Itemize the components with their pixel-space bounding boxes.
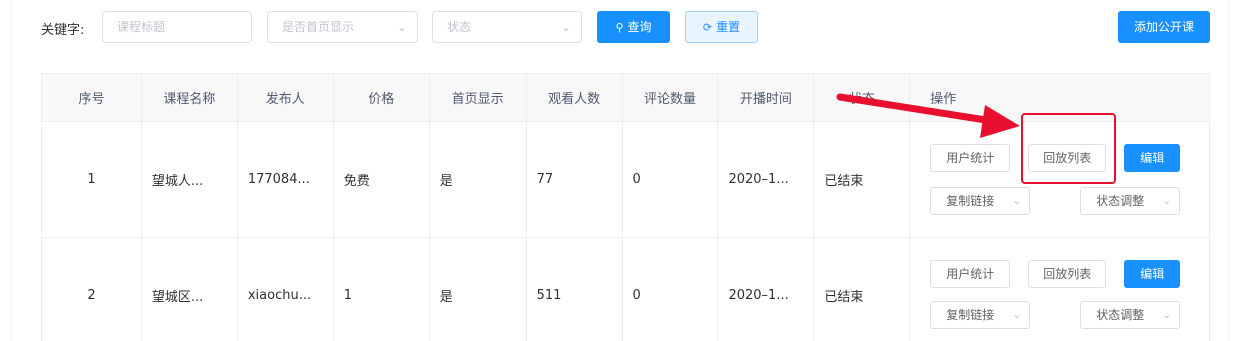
header-status: 状态 bbox=[814, 74, 911, 122]
cell-price: 1 bbox=[334, 238, 430, 341]
status-placeholder: 状态 bbox=[447, 20, 472, 34]
search-button-label: 查询 bbox=[627, 20, 652, 34]
refresh-icon: ⟳ bbox=[702, 21, 713, 34]
replay-list-button[interactable]: 回放列表 bbox=[1028, 260, 1107, 288]
copy-link-label: 复制链接 bbox=[946, 194, 995, 208]
search-icon: ⚲ bbox=[615, 21, 624, 34]
chevron-down-icon: ⌄ bbox=[1012, 308, 1022, 321]
status-adjust-dropdown[interactable]: 状态调整 ⌄ bbox=[1080, 301, 1181, 329]
cell-homepage: 是 bbox=[430, 238, 527, 341]
edit-button[interactable]: 编辑 bbox=[1124, 144, 1181, 172]
edit-button[interactable]: 编辑 bbox=[1124, 260, 1181, 288]
chevron-down-icon: ⌄ bbox=[560, 20, 571, 34]
status-select[interactable]: 状态 ⌄ bbox=[432, 11, 582, 43]
cell-price: 免费 bbox=[333, 122, 430, 238]
add-public-course-button[interactable]: 添加公开课 bbox=[1118, 11, 1210, 43]
cell-publisher: 177084... bbox=[237, 122, 334, 238]
chevron-down-icon: ⌄ bbox=[1162, 308, 1172, 321]
course-title-placeholder: 课程标题 bbox=[117, 20, 166, 34]
table-row: 2 望城区... xiaochu... 1 是 511 0 2020–1... … bbox=[42, 238, 1210, 341]
user-stats-button[interactable]: 用户统计 bbox=[930, 144, 1011, 172]
cell-actions: 用户统计 回放列表 编辑 复制链接 ⌄ 状态调整 ⌄ bbox=[910, 238, 1210, 341]
chevron-down-icon: ⌄ bbox=[396, 20, 407, 34]
copy-link-label: 复制链接 bbox=[946, 308, 995, 322]
cell-course-name: 望城人... bbox=[141, 122, 238, 238]
reset-button[interactable]: ⟳ 重置 bbox=[685, 11, 758, 43]
add-public-course-label: 添加公开课 bbox=[1133, 20, 1194, 34]
copy-link-dropdown[interactable]: 复制链接 ⌄ bbox=[930, 301, 1031, 329]
header-course-name: 课程名称 bbox=[141, 74, 238, 122]
header-publisher: 发布人 bbox=[237, 74, 334, 122]
header-homepage: 首页显示 bbox=[429, 74, 527, 122]
header-viewers: 观看人数 bbox=[526, 74, 623, 122]
copy-link-dropdown[interactable]: 复制链接 ⌄ bbox=[930, 187, 1031, 215]
status-adjust-label: 状态调整 bbox=[1096, 194, 1145, 208]
cell-viewers: 511 bbox=[527, 238, 623, 341]
status-adjust-label: 状态调整 bbox=[1096, 308, 1145, 322]
cell-start-time: 2020–1... bbox=[718, 122, 815, 238]
header-start-time: 开播时间 bbox=[718, 74, 815, 122]
cell-comments: 0 bbox=[623, 238, 719, 341]
user-stats-button[interactable]: 用户统计 bbox=[930, 260, 1011, 288]
cell-start-time: 2020–1... bbox=[718, 238, 815, 341]
cell-index: 1 bbox=[42, 122, 142, 238]
cell-comments: 0 bbox=[622, 122, 719, 238]
header-comments: 评论数量 bbox=[622, 74, 719, 122]
cell-publisher: xiaochu... bbox=[238, 238, 334, 341]
chevron-down-icon: ⌄ bbox=[1162, 194, 1172, 207]
homepage-display-select[interactable]: 是否首页显示 ⌄ bbox=[267, 11, 418, 43]
cell-viewers: 77 bbox=[526, 122, 623, 238]
highlight-box bbox=[1021, 113, 1116, 184]
header-index: 序号 bbox=[42, 74, 142, 122]
cell-index: 2 bbox=[42, 238, 142, 341]
reset-button-label: 重置 bbox=[716, 20, 741, 34]
keyword-label: 关键字: bbox=[41, 23, 85, 38]
cell-course-name: 望城区... bbox=[142, 238, 238, 341]
search-button[interactable]: ⚲ 查询 bbox=[597, 11, 670, 43]
status-adjust-dropdown[interactable]: 状态调整 ⌄ bbox=[1080, 187, 1181, 215]
course-title-input[interactable]: 课程标题 bbox=[102, 11, 252, 43]
chevron-down-icon: ⌄ bbox=[1012, 194, 1022, 207]
header-price: 价格 bbox=[333, 74, 430, 122]
homepage-display-placeholder: 是否首页显示 bbox=[282, 20, 355, 34]
cell-status: 已结束 bbox=[814, 238, 911, 341]
cell-homepage: 是 bbox=[429, 122, 527, 238]
cell-status: 已结束 bbox=[814, 122, 911, 238]
